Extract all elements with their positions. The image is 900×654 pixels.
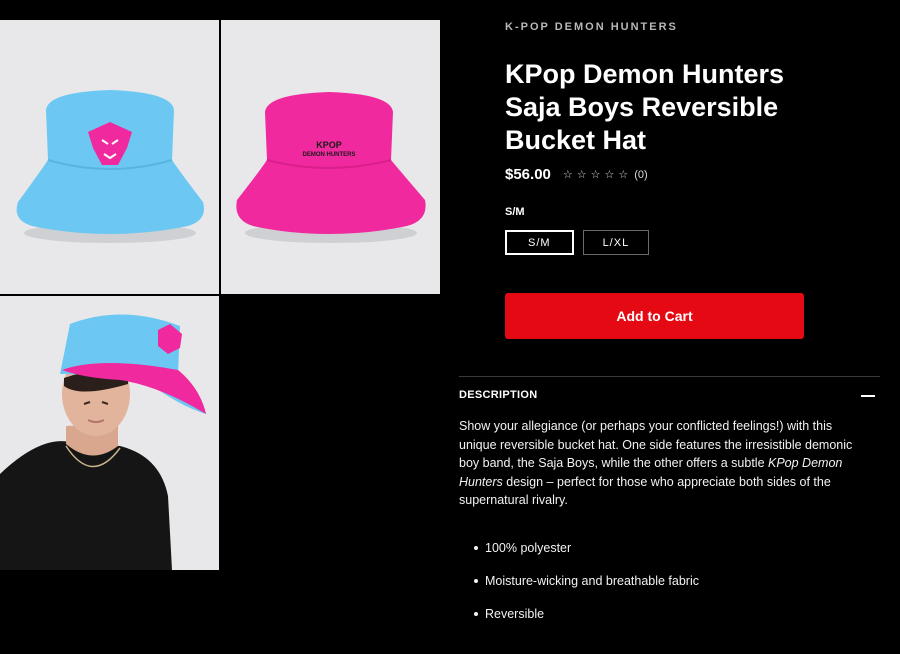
pink-bucket-hat-image: KPOP DEMON HUNTERS bbox=[221, 20, 440, 294]
feature-item: Moisture-wicking and breathable fabric bbox=[459, 571, 699, 604]
collapse-minus-icon[interactable] bbox=[861, 395, 875, 397]
size-options: S/M L/XL bbox=[505, 230, 650, 255]
brand-label[interactable]: K-POP DEMON HUNTERS bbox=[505, 21, 678, 33]
feature-list: 100% polyester Moisture-wicking and brea… bbox=[459, 538, 699, 637]
add-to-cart-button[interactable]: Add to Cart bbox=[505, 293, 804, 339]
product-title: KPop Demon Hunters Saja Boys Reversible … bbox=[505, 59, 785, 155]
bullet-icon bbox=[474, 579, 478, 583]
product-price: $56.00 bbox=[505, 166, 551, 183]
product-image-pink[interactable]: KPOP DEMON HUNTERS bbox=[221, 20, 440, 294]
size-selected-label: S/M bbox=[505, 206, 525, 218]
description-text: Show your allegiance (or perhaps your co… bbox=[459, 417, 869, 510]
description-accordion-header[interactable]: DESCRIPTION bbox=[459, 389, 875, 401]
size-option-s-m[interactable]: S/M bbox=[505, 230, 574, 255]
price-rating-row: $56.00 ☆☆☆☆☆ (0) bbox=[505, 166, 648, 183]
bullet-icon bbox=[474, 612, 478, 616]
section-divider bbox=[459, 376, 880, 377]
description-heading: DESCRIPTION bbox=[459, 389, 538, 401]
blue-bucket-hat-image bbox=[0, 20, 219, 294]
description-text-part2: design – perfect for those who appreciat… bbox=[459, 474, 831, 508]
review-count[interactable]: (0) bbox=[634, 169, 647, 181]
hat-print-line2: DEMON HUNTERS bbox=[302, 152, 355, 158]
product-image-model[interactable] bbox=[0, 296, 219, 570]
hat-print-line1: KPOP bbox=[316, 140, 342, 150]
model-wearing-hat-image bbox=[0, 296, 219, 570]
feature-text: Moisture-wicking and breathable fabric bbox=[485, 574, 699, 588]
bullet-icon bbox=[474, 546, 478, 550]
feature-text: Reversible bbox=[485, 607, 545, 621]
size-option-l-xl[interactable]: L/XL bbox=[582, 230, 650, 255]
rating-stars-icon[interactable]: ☆☆☆☆☆ bbox=[563, 168, 632, 181]
feature-text: 100% polyester bbox=[485, 541, 572, 555]
feature-item: Reversible bbox=[459, 604, 699, 637]
feature-item: 100% polyester bbox=[459, 538, 699, 571]
product-image-blue[interactable] bbox=[0, 20, 219, 294]
